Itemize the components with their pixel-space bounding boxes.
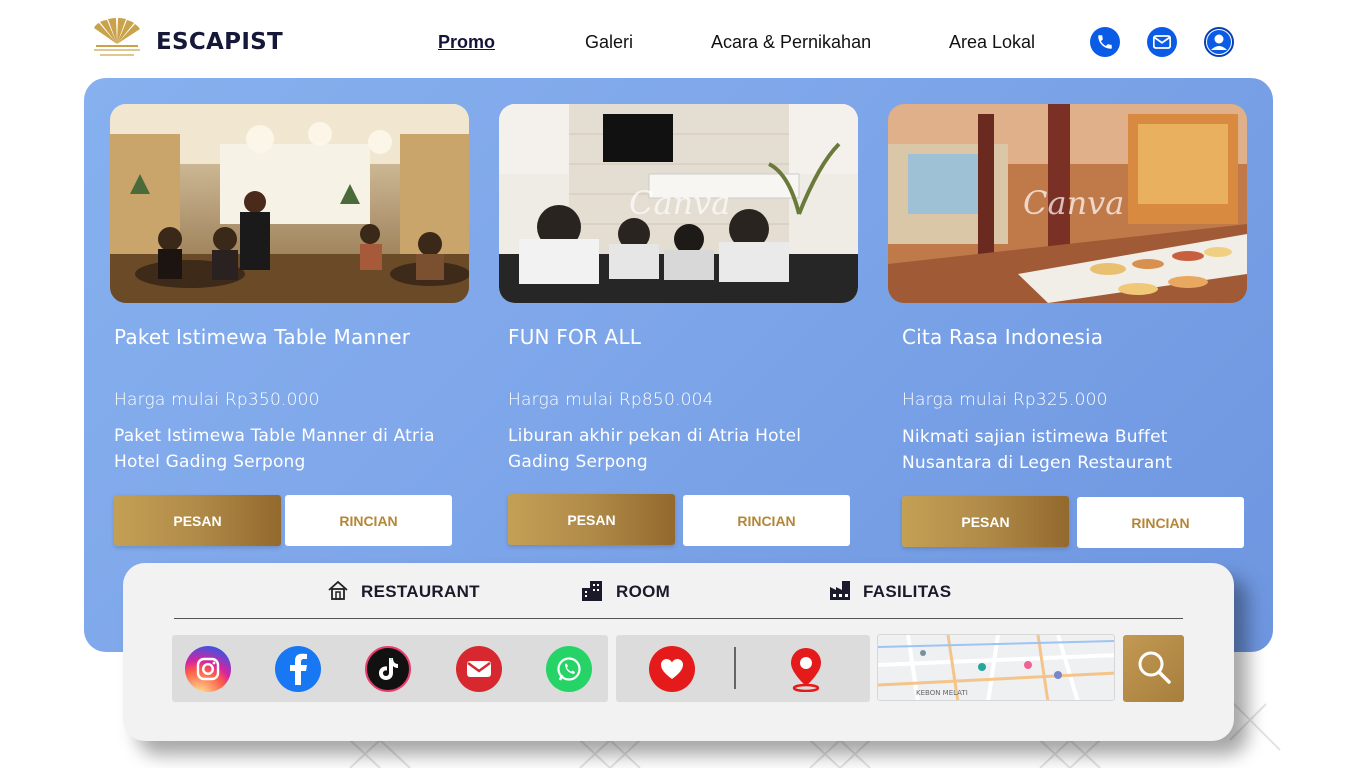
instagram-icon[interactable] — [185, 646, 231, 692]
details-button[interactable]: RINCIAN — [285, 495, 452, 546]
svg-text:Canva: Canva — [1023, 184, 1124, 222]
tiktok-icon[interactable] — [365, 646, 411, 692]
search-button[interactable] — [1123, 635, 1184, 702]
promo-description: Liburan akhir pekan di Atria Hotel Gadin… — [508, 426, 802, 472]
room-building-icon — [580, 579, 604, 605]
order-button[interactable]: PESAN — [508, 494, 675, 545]
phone-icon[interactable] — [1090, 27, 1120, 57]
details-button[interactable]: RINCIAN — [1077, 497, 1244, 548]
promo-price: Harga mulai Rp350.000 — [114, 390, 320, 410]
facility-factory-icon — [829, 579, 851, 605]
tab-restaurant[interactable]: RESTAURANT — [327, 577, 480, 607]
search-icon — [1136, 649, 1172, 689]
nav-acara-pernikahan[interactable]: Acara & Pernikahan — [711, 32, 871, 53]
top-header: ESCAPIST Promo Galeri Acara & Pernikahan… — [0, 0, 1366, 80]
restaurant-dining-photo[interactable] — [110, 104, 469, 303]
details-button[interactable]: RINCIAN — [683, 495, 850, 546]
social-links — [172, 635, 608, 702]
mandarin-oriental-fan-logo[interactable] — [90, 18, 144, 60]
quick-actions — [616, 635, 870, 702]
restaurant-home-icon — [327, 579, 349, 605]
brand-name[interactable]: ESCAPIST — [156, 29, 283, 55]
nav-promo[interactable]: Promo — [438, 32, 495, 53]
promo-title: Cita Rasa Indonesia — [902, 325, 1104, 349]
user-icon[interactable] — [1204, 27, 1234, 57]
tab-room[interactable]: ROOM — [580, 577, 670, 607]
mail-icon[interactable] — [1147, 27, 1177, 57]
buffet-restaurant-photo[interactable]: Canva — [888, 104, 1247, 303]
whatsapp-icon[interactable] — [546, 646, 592, 692]
promo-title: FUN FOR ALL — [508, 325, 642, 349]
location-map[interactable]: KEBON MELATI — [877, 634, 1115, 701]
svg-text:Canva: Canva — [629, 184, 730, 222]
promo-title: Paket Istimewa Table Manner — [114, 325, 411, 349]
bottom-toolbar: RESTAURANT ROOM FASILITAS KEBON MELATI — [123, 563, 1234, 741]
tabs-divider — [174, 618, 1183, 619]
order-button[interactable]: PESAN — [114, 495, 281, 546]
nav-galeri[interactable]: Galeri — [585, 32, 633, 53]
family-tv-photo[interactable]: Canva — [499, 104, 858, 303]
tab-room-label: ROOM — [616, 582, 671, 601]
promo-description: Paket Istimewa Table Manner di Atria Hot… — [114, 426, 435, 472]
quick-divider — [734, 647, 736, 689]
promo-description: Nikmati sajian istimewa Buffet Nusantara… — [902, 427, 1173, 473]
favorite-heart-icon[interactable] — [649, 646, 695, 692]
nav-area-lokal[interactable]: Area Lokal — [949, 32, 1035, 53]
facebook-icon[interactable] — [275, 646, 321, 692]
order-button[interactable]: PESAN — [902, 496, 1069, 547]
email-icon[interactable] — [456, 646, 502, 692]
tab-restaurant-label: RESTAURANT — [361, 582, 480, 601]
tab-fasilitas[interactable]: FASILITAS — [829, 577, 951, 607]
tab-fasilitas-label: FASILITAS — [863, 582, 952, 601]
map-label: KEBON MELATI — [916, 689, 968, 697]
promo-price: Harga mulai Rp325.000 — [902, 390, 1108, 410]
location-pin-icon[interactable] — [788, 646, 824, 693]
promo-price: Harga mulai Rp850.004 — [508, 390, 714, 410]
